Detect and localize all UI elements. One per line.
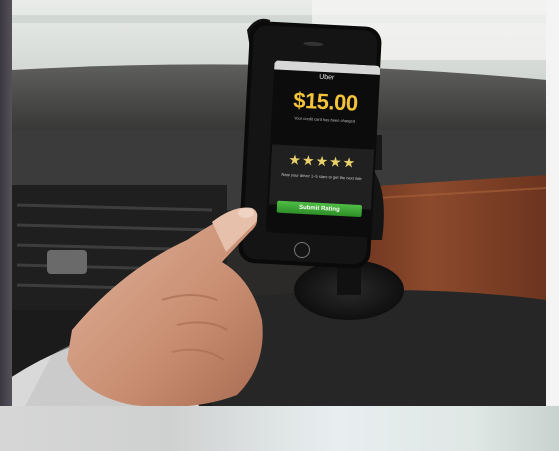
bottom-strip: [0, 406, 559, 451]
right-margin: [546, 0, 559, 451]
phone-screen: Uber $15.00 Your credit card has been ch…: [265, 60, 381, 238]
rating-panel: ★★★★★ Rate your driver 1–5 stars to get …: [269, 144, 375, 210]
rating-note: Rate your driver 1–5 stars to get the ne…: [281, 171, 362, 182]
fare-amount: $15.00: [292, 87, 359, 116]
photo: Uber $15.00 Your credit card has been ch…: [0, 0, 559, 451]
home-button-icon: [294, 242, 310, 258]
star-rating[interactable]: ★★★★★: [271, 150, 374, 172]
photo-frame: Uber $15.00 Your credit card has been ch…: [12, 0, 547, 412]
